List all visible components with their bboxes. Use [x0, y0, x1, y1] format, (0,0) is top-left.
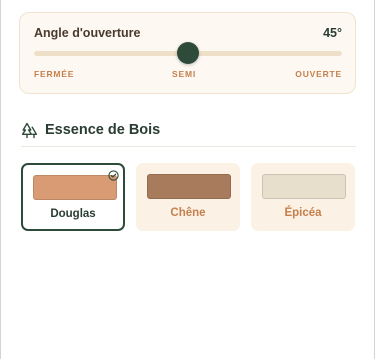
- scale-label-open: OUVERTE: [295, 69, 342, 79]
- wood-option-label: Épicéa: [284, 207, 322, 219]
- wood-section-title: Essence de Bois: [45, 122, 161, 138]
- opening-angle-label: Angle d'ouverture: [34, 26, 141, 40]
- wood-option-douglas[interactable]: Douglas: [21, 163, 125, 231]
- wood-swatch-douglas: [33, 175, 117, 200]
- wood-swatch-chene: [147, 174, 231, 199]
- wood-option-chene[interactable]: Chêne: [136, 163, 240, 231]
- opening-angle-value: 45°: [323, 26, 342, 40]
- wood-option-label: Douglas: [50, 208, 96, 220]
- opening-angle-card: Angle d'ouverture 45° FERMÉE SEMI OUVERT…: [19, 12, 356, 94]
- wood-option-epicea[interactable]: Épicéa: [251, 163, 355, 231]
- scale-label-closed: FERMÉE: [34, 69, 75, 79]
- check-circle-icon: [108, 168, 119, 181]
- section-divider: [21, 146, 356, 147]
- wood-section-header: Essence de Bois: [21, 120, 160, 140]
- opening-angle-slider-thumb[interactable]: [177, 42, 199, 64]
- scale-label-half: SEMI: [172, 69, 196, 79]
- trees-icon: [21, 122, 38, 139]
- wood-swatch-epicea: [262, 174, 346, 199]
- configurator-panel: Angle d'ouverture 45° FERMÉE SEMI OUVERT…: [0, 0, 375, 359]
- wood-option-label: Chêne: [170, 207, 206, 219]
